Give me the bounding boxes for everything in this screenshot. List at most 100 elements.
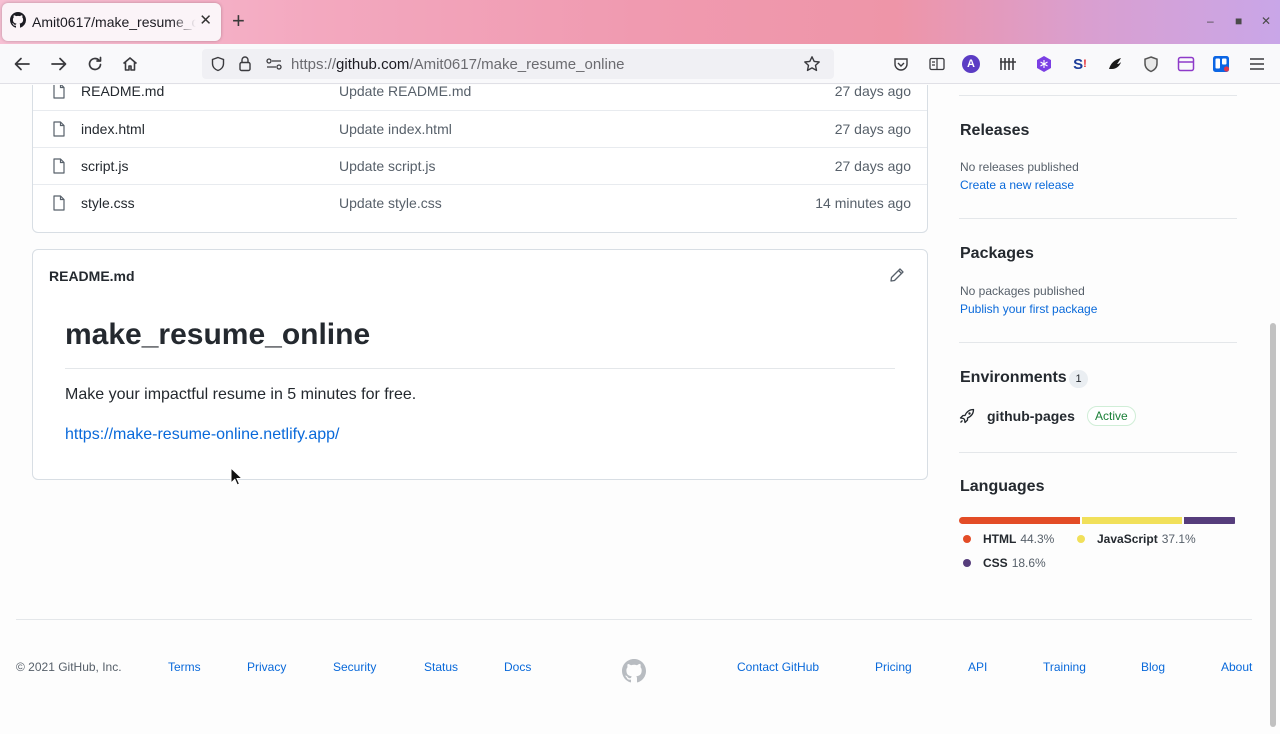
environments-count-badge: 1 bbox=[1069, 370, 1088, 388]
file-name-link[interactable]: style.css bbox=[81, 195, 135, 211]
language-item-javascript[interactable]: JavaScript 37.1% bbox=[1077, 532, 1196, 546]
account-avatar-icon[interactable]: A bbox=[962, 55, 980, 73]
file-row[interactable]: index.html Update index.html 27 days ago bbox=[33, 110, 927, 147]
reader-view-icon[interactable] bbox=[927, 54, 947, 74]
language-percent: 18.6% bbox=[1011, 556, 1046, 570]
language-color-dot bbox=[963, 535, 971, 543]
file-name-link[interactable]: script.js bbox=[81, 158, 128, 174]
footer-link-training[interactable]: Training bbox=[1043, 660, 1086, 674]
address-bar[interactable]: https://github.com/Amit0617/make_resume_… bbox=[202, 49, 834, 79]
library-icon[interactable] bbox=[998, 54, 1018, 74]
file-row[interactable]: README.md Update README.md 27 days ago bbox=[33, 85, 927, 110]
minimize-icon[interactable]: – bbox=[1207, 14, 1214, 28]
home-icon[interactable] bbox=[118, 52, 142, 76]
heading-divider bbox=[65, 368, 895, 369]
pencil-edit-icon[interactable] bbox=[889, 267, 905, 288]
forward-arrow-icon[interactable] bbox=[47, 52, 71, 76]
menu-hamburger-icon[interactable] bbox=[1247, 54, 1267, 74]
lock-icon[interactable] bbox=[237, 55, 253, 77]
footer-link-pricing[interactable]: Pricing bbox=[875, 660, 912, 674]
language-item-css[interactable]: CSS 18.6% bbox=[963, 556, 1046, 570]
releases-heading[interactable]: Releases bbox=[960, 122, 1029, 140]
packages-heading[interactable]: Packages bbox=[960, 245, 1034, 263]
language-percent: 44.3% bbox=[1020, 532, 1055, 546]
tracking-shield-icon[interactable] bbox=[210, 56, 226, 77]
commit-message-link[interactable]: Update README.md bbox=[339, 85, 471, 99]
footer-link-status[interactable]: Status bbox=[424, 660, 458, 674]
commit-age: 27 days ago bbox=[834, 85, 911, 99]
permissions-icon[interactable] bbox=[265, 56, 283, 77]
sidebar-divider bbox=[959, 218, 1237, 219]
window-close-icon[interactable]: ✕ bbox=[1261, 14, 1271, 28]
url-text[interactable]: https://github.com/Amit0617/make_resume_… bbox=[291, 56, 625, 73]
language-name: HTML bbox=[983, 532, 1017, 546]
file-row[interactable]: style.css Update style.css 14 minutes ag… bbox=[33, 184, 927, 221]
reload-icon[interactable] bbox=[83, 52, 107, 76]
file-row[interactable]: script.js Update script.js 27 days ago bbox=[33, 147, 927, 184]
rocket-icon bbox=[959, 408, 975, 429]
commit-message-link[interactable]: Update index.html bbox=[339, 121, 452, 137]
language-bar bbox=[959, 517, 1237, 524]
footer-link-contact[interactable]: Contact GitHub bbox=[737, 660, 819, 674]
commit-age: 14 minutes ago bbox=[815, 195, 911, 211]
file-icon bbox=[52, 121, 66, 142]
readme-panel: README.md make_resume_online Make your i… bbox=[32, 249, 928, 480]
footer-link-api[interactable]: API bbox=[968, 660, 987, 674]
new-tab-icon[interactable]: + bbox=[232, 9, 245, 33]
page-scrollbar[interactable] bbox=[1270, 323, 1276, 727]
pocket-icon[interactable] bbox=[891, 54, 911, 74]
footer-link-terms[interactable]: Terms bbox=[168, 660, 201, 674]
footer-link-docs[interactable]: Docs bbox=[504, 660, 531, 674]
footer-link-privacy[interactable]: Privacy bbox=[247, 660, 286, 674]
github-favicon-icon bbox=[10, 11, 26, 33]
footer-link-blog[interactable]: Blog bbox=[1141, 660, 1165, 674]
commit-message-link[interactable]: Update style.css bbox=[339, 195, 442, 211]
environments-heading[interactable]: Environments bbox=[960, 369, 1067, 387]
github-logo-icon[interactable] bbox=[622, 659, 646, 688]
bookmark-star-icon[interactable] bbox=[803, 55, 821, 78]
file-icon bbox=[52, 195, 66, 216]
readme-description: Make your impactful resume in 5 minutes … bbox=[65, 386, 417, 403]
netlify-link[interactable]: https://make-resume-online.netlify.app/ bbox=[65, 426, 340, 444]
environment-name-link[interactable]: github-pages bbox=[987, 408, 1075, 424]
releases-empty-text: No releases published bbox=[960, 160, 1079, 174]
readme-heading: make_resume_online bbox=[65, 318, 371, 351]
environment-status-badge: Active bbox=[1087, 406, 1136, 426]
language-color-dot bbox=[1077, 535, 1085, 543]
file-name-link[interactable]: index.html bbox=[81, 121, 145, 137]
languages-heading: Languages bbox=[960, 478, 1045, 495]
footer-link-security[interactable]: Security bbox=[333, 660, 376, 674]
sidebar-divider bbox=[959, 95, 1237, 96]
back-arrow-icon[interactable] bbox=[10, 52, 34, 76]
maximize-icon[interactable]: ■ bbox=[1235, 14, 1242, 28]
language-percent: 37.1% bbox=[1161, 532, 1196, 546]
publish-package-link[interactable]: Publish your first package bbox=[960, 302, 1097, 316]
language-name: JavaScript bbox=[1097, 532, 1158, 546]
commit-age: 27 days ago bbox=[834, 121, 911, 137]
file-name-link[interactable]: README.md bbox=[81, 85, 164, 99]
extension-container-icon[interactable] bbox=[1176, 54, 1196, 74]
readme-filename: README.md bbox=[49, 268, 135, 284]
extension-shield-icon[interactable] bbox=[1141, 54, 1161, 74]
commit-message-link[interactable]: Update script.js bbox=[339, 158, 435, 174]
file-icon bbox=[52, 85, 66, 104]
packages-empty-text: No packages published bbox=[960, 284, 1085, 298]
extension-trello-icon[interactable] bbox=[1211, 54, 1231, 74]
page-content: README.md Update README.md 27 days ago i… bbox=[0, 85, 1280, 734]
language-item-html[interactable]: HTML 44.3% bbox=[963, 532, 1054, 546]
file-list: README.md Update README.md 27 days ago i… bbox=[32, 85, 928, 233]
language-color-dot bbox=[963, 559, 971, 567]
language-bar-segment bbox=[959, 517, 1080, 524]
browser-tab[interactable]: Amit0617/make_resume_online ✕ bbox=[2, 3, 221, 41]
footer-link-about[interactable]: About bbox=[1221, 660, 1252, 674]
close-tab-icon[interactable]: ✕ bbox=[199, 13, 212, 29]
tab-title: Amit0617/make_resume_online bbox=[32, 14, 196, 30]
extension-s-icon[interactable]: S! bbox=[1070, 54, 1090, 74]
footer-divider bbox=[16, 619, 1252, 620]
footer-copyright: © 2021 GitHub, Inc. bbox=[16, 660, 122, 674]
extension-hex-icon[interactable] bbox=[1034, 54, 1054, 74]
create-release-link[interactable]: Create a new release bbox=[960, 178, 1074, 192]
extension-bird-icon[interactable] bbox=[1105, 54, 1125, 74]
language-bar-segment bbox=[1184, 517, 1235, 524]
commit-age: 27 days ago bbox=[834, 158, 911, 174]
